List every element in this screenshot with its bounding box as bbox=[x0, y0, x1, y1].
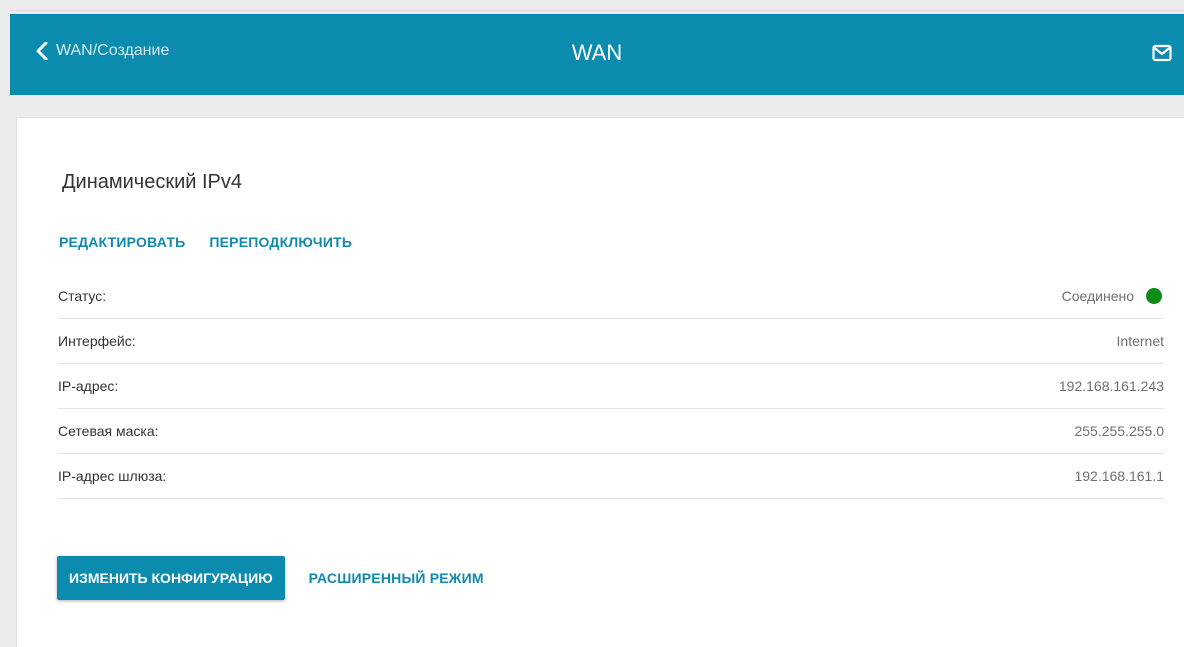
netmask-value: 255.255.255.0 bbox=[1074, 423, 1164, 439]
interface-label: Интерфейс: bbox=[58, 333, 136, 349]
status-indicator-icon bbox=[1146, 288, 1162, 304]
row-interface: Интерфейс: Internet bbox=[58, 319, 1164, 364]
gateway-label: IP-адрес шлюза: bbox=[58, 468, 167, 484]
change-config-button[interactable]: ИЗМЕНИТЬ КОНФИГУРАЦИЮ bbox=[57, 556, 285, 600]
interface-value: Internet bbox=[1116, 333, 1164, 349]
row-status: Статус: Соединено bbox=[58, 274, 1164, 319]
section-title: Динамический IPv4 bbox=[62, 171, 243, 193]
status-value-wrap: Соединено bbox=[1062, 288, 1164, 304]
mail-icon bbox=[1152, 44, 1172, 66]
info-table: Статус: Соединено Интерфейс: Internet IP… bbox=[58, 274, 1164, 499]
bottom-actions: ИЗМЕНИТЬ КОНФИГУРАЦИЮ РАСШИРЕННЫЙ РЕЖИМ bbox=[57, 556, 484, 600]
row-gateway: IP-адрес шлюза: 192.168.161.1 bbox=[58, 454, 1164, 499]
ip-address-label: IP-адрес: bbox=[58, 378, 119, 394]
reconnect-link[interactable]: ПЕРЕПОДКЛЮЧИТЬ bbox=[209, 234, 352, 250]
row-netmask: Сетевая маска: 255.255.255.0 bbox=[58, 409, 1164, 454]
row-ip-address: IP-адрес: 192.168.161.243 bbox=[58, 364, 1164, 409]
advanced-mode-link[interactable]: РАСШИРЕННЫЙ РЕЖИМ bbox=[309, 570, 484, 586]
top-divider bbox=[10, 10, 1184, 11]
edit-link[interactable]: РЕДАКТИРОВАТЬ bbox=[59, 234, 185, 250]
page-header: WAN/Создание WAN bbox=[10, 14, 1184, 95]
action-links: РЕДАКТИРОВАТЬ ПЕРЕПОДКЛЮЧИТЬ bbox=[59, 234, 352, 250]
gateway-value: 192.168.161.1 bbox=[1074, 468, 1164, 484]
status-value: Соединено bbox=[1061, 288, 1134, 304]
mail-button[interactable] bbox=[1152, 44, 1172, 67]
netmask-label: Сетевая маска: bbox=[58, 423, 159, 439]
page-title: WAN bbox=[571, 40, 623, 65]
content-card: Динамический IPv4 РЕДАКТИРОВАТЬ ПЕРЕПОДК… bbox=[16, 117, 1184, 647]
app-frame: WAN/Создание WAN Динамический IPv4 РЕДАК… bbox=[0, 0, 1184, 647]
ip-address-value: 192.168.161.243 bbox=[1058, 378, 1164, 394]
status-label: Статус: bbox=[58, 288, 107, 304]
